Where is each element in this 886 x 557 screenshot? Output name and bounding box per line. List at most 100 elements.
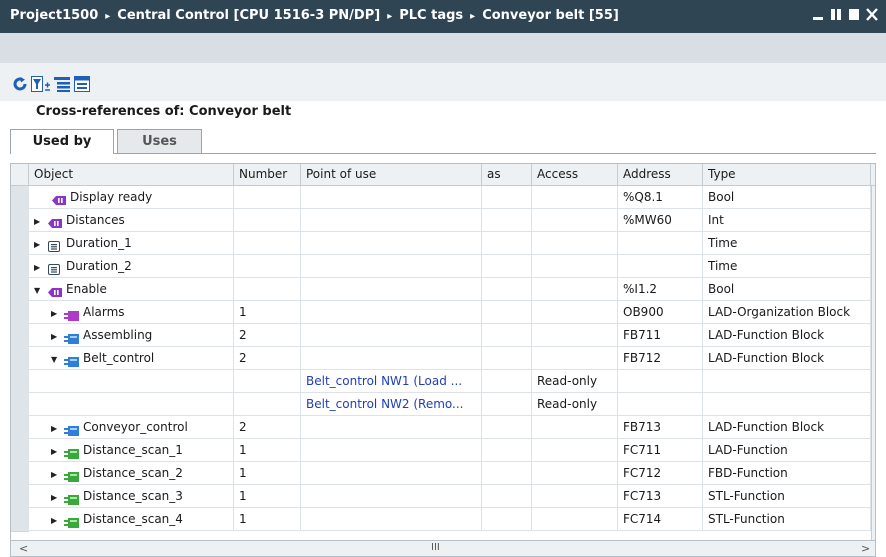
row-selector[interactable]: [11, 439, 29, 463]
cell-point-of-use: [301, 186, 482, 209]
table-row[interactable]: ▶ Alarms 1 OB900 LAD-Organization Block: [11, 301, 871, 325]
breadcrumb-project[interactable]: Project1500: [10, 8, 98, 23]
row-selector[interactable]: [11, 232, 29, 256]
expand-caret-icon[interactable]: ▶: [51, 463, 60, 484]
filter-icon[interactable]: [31, 76, 51, 92]
scroll-thumb-grip-icon[interactable]: III: [431, 542, 440, 553]
cell-object: Display ready: [29, 186, 234, 209]
scroll-right-icon[interactable]: >: [861, 542, 870, 555]
expand-caret-icon[interactable]: ▶: [51, 509, 60, 530]
expand-caret-icon[interactable]: ▶: [34, 233, 43, 254]
row-selector[interactable]: [11, 416, 29, 440]
column-header-number[interactable]: Number: [234, 164, 301, 185]
cell-point-of-use: [301, 209, 482, 232]
refresh-icon[interactable]: [12, 76, 28, 92]
vertical-scrollbar[interactable]: ^ ≡ v: [871, 186, 875, 543]
cell-as: [482, 347, 532, 370]
breadcrumb-plc-tags[interactable]: PLC tags: [399, 8, 463, 23]
function-icon: [64, 467, 80, 482]
column-header-address[interactable]: Address: [618, 164, 703, 185]
cell-type: [703, 370, 871, 393]
column-header-object[interactable]: Object: [29, 164, 234, 185]
cell-access: [532, 508, 618, 531]
table-row[interactable]: ▶ Distance_scan_2 1 FC712 FBD-Function: [11, 462, 871, 486]
table-row[interactable]: ▶ Distance_scan_4 1 FC714 STL-Function: [11, 508, 871, 532]
horizontal-scrollbar[interactable]: < III >: [10, 540, 876, 557]
expand-caret-icon[interactable]: ▶: [51, 440, 60, 461]
collapse-caret-icon[interactable]: ▼: [34, 279, 43, 300]
table-row[interactable]: ▶ Distances %MW60 Int: [11, 209, 871, 233]
table-row[interactable]: ▶ Conveyor_control 2 FB713 LAD-Function Bloc…: [11, 416, 871, 440]
row-selector[interactable]: [11, 186, 29, 210]
function-block-icon: [64, 329, 80, 344]
row-selector[interactable]: [11, 324, 29, 348]
cell-object: ▶ Assembling: [29, 324, 234, 347]
row-selector[interactable]: [11, 278, 29, 302]
breadcrumb-cpu[interactable]: Central Control [CPU 1516-3 PN/DP]: [117, 8, 380, 23]
cell-type: Bool: [703, 186, 871, 209]
row-selector[interactable]: [11, 508, 29, 532]
cell-type: Time: [703, 232, 871, 255]
row-selector[interactable]: [11, 209, 29, 233]
row-selector[interactable]: [11, 347, 29, 371]
table-row[interactable]: Belt_control NW2 (Remo... Read-only: [11, 393, 871, 417]
column-header-as[interactable]: as: [482, 164, 532, 185]
table-row[interactable]: ▶ Distance_scan_3 1 FC713 STL-Function: [11, 485, 871, 509]
tab-used-by[interactable]: Used by: [10, 129, 114, 154]
cell-object: ▶ Duration_2: [29, 255, 234, 278]
row-selector[interactable]: [11, 462, 29, 486]
tab-uses[interactable]: Uses: [117, 129, 202, 153]
collapse-all-icon[interactable]: [74, 76, 90, 92]
table-row[interactable]: ▼ Enable %I1.2 Bool: [11, 278, 871, 302]
table-row[interactable]: ▼ Belt_control 2 FB712 LAD-Function Block: [11, 347, 871, 371]
collapse-caret-icon[interactable]: ▼: [51, 348, 60, 369]
expand-caret-icon[interactable]: ▶: [51, 302, 60, 323]
row-selector[interactable]: [11, 485, 29, 509]
restore-icon[interactable]: [830, 7, 842, 21]
minimize-icon[interactable]: [812, 7, 824, 21]
cell-access: [532, 324, 618, 347]
cell-type: LAD-Function Block: [703, 324, 871, 347]
cell-point-of-use: [301, 324, 482, 347]
table-row[interactable]: ▶ Duration_2 Time: [11, 255, 871, 279]
row-selector[interactable]: [11, 393, 29, 417]
cell-access: [532, 278, 618, 301]
breadcrumb-tag-table[interactable]: Conveyor belt [55]: [482, 8, 619, 23]
table-row[interactable]: ▶ Distance_scan_1 1 FC711 LAD-Function: [11, 439, 871, 463]
cell-as: [482, 416, 532, 439]
cell-access: [532, 416, 618, 439]
row-selector[interactable]: [11, 370, 29, 394]
cell-number: 1: [234, 439, 301, 462]
breadcrumb-separator: ▸: [470, 11, 476, 22]
table-row[interactable]: ▶ Duration_1 Time: [11, 232, 871, 256]
table-row[interactable]: Belt_control NW1 (Load ... Read-only: [11, 370, 871, 394]
cell-point-of-use[interactable]: Belt_control NW2 (Remo...: [301, 393, 482, 416]
table-row[interactable]: Display ready %Q8.1 Bool: [11, 186, 871, 210]
table-row[interactable]: ▶ Assembling 2 FB711 LAD-Function Block: [11, 324, 871, 348]
cell-object: ▶ Distance_scan_2: [29, 462, 234, 485]
row-selector[interactable]: [11, 301, 29, 325]
expand-caret-icon[interactable]: ▶: [51, 417, 60, 438]
maximize-icon[interactable]: [848, 7, 860, 21]
scroll-left-icon[interactable]: <: [19, 542, 28, 555]
expand-caret-icon[interactable]: ▶: [51, 486, 60, 507]
cell-access: [532, 485, 618, 508]
cell-as: [482, 370, 532, 393]
tag-icon: [47, 214, 63, 228]
close-icon[interactable]: [866, 7, 878, 21]
cell-type: [703, 393, 871, 416]
cell-number: [234, 255, 301, 278]
expand-all-icon[interactable]: [54, 76, 70, 92]
expand-caret-icon[interactable]: ▶: [34, 256, 43, 277]
cell-number: [234, 370, 301, 393]
column-header-type[interactable]: Type: [703, 164, 871, 185]
expand-caret-icon[interactable]: ▶: [34, 210, 43, 231]
expand-caret-icon[interactable]: ▶: [51, 325, 60, 346]
cell-point-of-use: [301, 278, 482, 301]
column-header-access[interactable]: Access: [532, 164, 618, 185]
row-selector[interactable]: [11, 255, 29, 279]
object-name: Distance_scan_2: [83, 466, 183, 480]
cross-reference-table: Object Number Point of use as Access Add…: [10, 163, 876, 543]
cell-point-of-use[interactable]: Belt_control NW1 (Load ...: [301, 370, 482, 393]
column-header-point-of-use[interactable]: Point of use: [301, 164, 482, 185]
